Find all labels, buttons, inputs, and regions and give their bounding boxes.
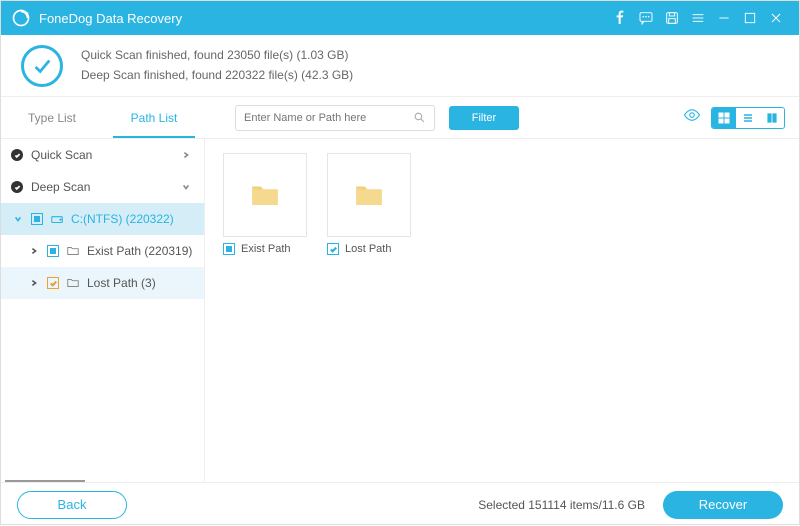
sidebar-item-drive[interactable]: C:(NTFS) (220322)	[1, 203, 204, 235]
sidebar-item-exist-path[interactable]: Exist Path (220319)	[1, 235, 204, 267]
tab-path-list[interactable]: Path List	[103, 97, 205, 138]
checkmark-icon	[21, 45, 63, 87]
quick-scan-status: Quick Scan finished, found 23050 file(s)…	[81, 46, 353, 65]
titlebar: FoneDog Data Recovery	[1, 1, 799, 35]
tree-label: Exist Path (220319)	[87, 244, 194, 258]
view-grid-icon[interactable]	[712, 108, 736, 128]
deep-scan-status: Deep Scan finished, found 220322 file(s)…	[81, 66, 353, 85]
footer: Back Selected 151114 items/11.6 GB Recov…	[1, 482, 799, 526]
drive-icon	[49, 211, 65, 227]
folder-icon	[65, 243, 81, 259]
close-icon[interactable]	[763, 1, 789, 35]
search-box[interactable]	[235, 105, 435, 131]
toolbar: Type List Path List Filter	[1, 97, 799, 139]
content-area: Exist Path Lost Path	[205, 139, 799, 482]
chevron-down-icon	[11, 215, 25, 223]
view-detail-icon[interactable]	[760, 108, 784, 128]
tree-label: C:(NTFS) (220322)	[71, 212, 194, 226]
sidebar-scrollbar[interactable]	[5, 480, 85, 482]
preview-toggle-icon[interactable]	[683, 106, 701, 129]
chevron-right-icon	[27, 279, 41, 287]
folder-icon	[223, 153, 307, 237]
recover-button[interactable]: Recover	[663, 491, 783, 519]
folder-icon	[327, 153, 411, 237]
save-icon[interactable]	[659, 1, 685, 35]
search-input[interactable]	[244, 112, 413, 124]
checkbox-partial[interactable]	[223, 243, 235, 255]
chevron-right-icon	[27, 247, 41, 255]
app-logo-icon	[11, 8, 31, 28]
sidebar-item-deep-scan[interactable]: Deep Scan	[1, 171, 204, 203]
facebook-icon[interactable]	[607, 1, 633, 35]
view-list-icon[interactable]	[736, 108, 760, 128]
chevron-right-icon	[182, 148, 194, 162]
back-button[interactable]: Back	[17, 491, 127, 519]
chevron-down-icon	[182, 180, 194, 194]
search-icon	[413, 111, 426, 124]
folder-icon	[65, 275, 81, 291]
sidebar-item-quick-scan[interactable]: Quick Scan	[1, 139, 204, 171]
checkbox-partial[interactable]	[31, 213, 43, 225]
check-dot-icon	[11, 149, 23, 161]
checkbox-partial[interactable]	[47, 245, 59, 257]
app-title: FoneDog Data Recovery	[39, 11, 182, 26]
sidebar-item-lost-path[interactable]: Lost Path (3)	[1, 267, 204, 299]
filter-button[interactable]: Filter	[449, 106, 519, 130]
folder-label: Lost Path	[345, 243, 391, 255]
tab-type-list[interactable]: Type List	[1, 97, 103, 138]
tree-label: Quick Scan	[31, 148, 182, 162]
feedback-icon[interactable]	[633, 1, 659, 35]
menu-icon[interactable]	[685, 1, 711, 35]
minimize-icon[interactable]	[711, 1, 737, 35]
check-dot-icon	[11, 181, 23, 193]
folder-exist-path[interactable]: Exist Path	[223, 153, 307, 255]
selection-summary: Selected 151114 items/11.6 GB	[478, 498, 645, 512]
view-toggle	[711, 107, 785, 129]
maximize-icon[interactable]	[737, 1, 763, 35]
checkbox-checked[interactable]	[327, 243, 339, 255]
tree-label: Deep Scan	[31, 180, 182, 194]
scan-status: Quick Scan finished, found 23050 file(s)…	[1, 35, 799, 97]
checkbox-checked[interactable]	[47, 277, 59, 289]
tree-label: Lost Path (3)	[87, 276, 194, 290]
folder-lost-path[interactable]: Lost Path	[327, 153, 411, 255]
folder-label: Exist Path	[241, 243, 291, 255]
sidebar: Quick Scan Deep Scan C:(NTFS) (220322) E…	[1, 139, 205, 482]
